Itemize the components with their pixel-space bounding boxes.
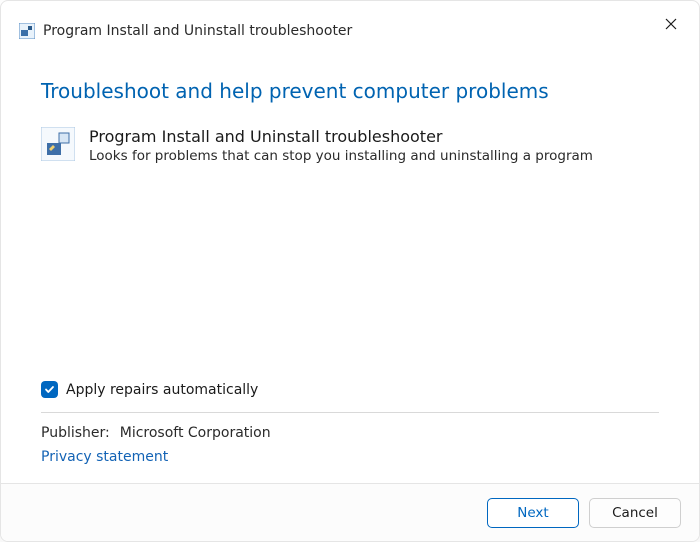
privacy-statement-link[interactable]: Privacy statement xyxy=(41,449,659,465)
content-area: Troubleshoot and help prevent computer p… xyxy=(1,55,699,483)
troubleshooter-title: Program Install and Uninstall troublesho… xyxy=(89,127,593,146)
publisher-row: Publisher: Microsoft Corporation xyxy=(41,425,659,441)
publisher-label: Publisher: xyxy=(41,425,110,441)
troubleshooter-dialog: Program Install and Uninstall troublesho… xyxy=(0,0,700,542)
troubleshooter-text: Program Install and Uninstall troublesho… xyxy=(89,127,593,164)
troubleshooter-icon xyxy=(41,127,75,161)
close-button[interactable] xyxy=(651,9,691,39)
title-bar: Program Install and Uninstall troublesho… xyxy=(1,1,699,55)
apply-repairs-checkbox[interactable] xyxy=(41,381,58,398)
cancel-button[interactable]: Cancel xyxy=(589,498,681,528)
close-icon xyxy=(665,18,677,30)
page-heading: Troubleshoot and help prevent computer p… xyxy=(41,79,659,103)
apply-repairs-label[interactable]: Apply repairs automatically xyxy=(66,382,258,398)
divider xyxy=(41,412,659,413)
troubleshooter-window-icon xyxy=(19,23,35,39)
checkmark-icon xyxy=(44,384,55,395)
troubleshooter-item: Program Install and Uninstall troublesho… xyxy=(41,127,659,164)
publisher-value: Microsoft Corporation xyxy=(120,425,271,441)
footer: Next Cancel xyxy=(1,483,699,541)
window-title: Program Install and Uninstall troublesho… xyxy=(43,23,651,39)
apply-repairs-row[interactable]: Apply repairs automatically xyxy=(41,381,659,398)
next-button[interactable]: Next xyxy=(487,498,579,528)
troubleshooter-description: Looks for problems that can stop you ins… xyxy=(89,148,593,164)
